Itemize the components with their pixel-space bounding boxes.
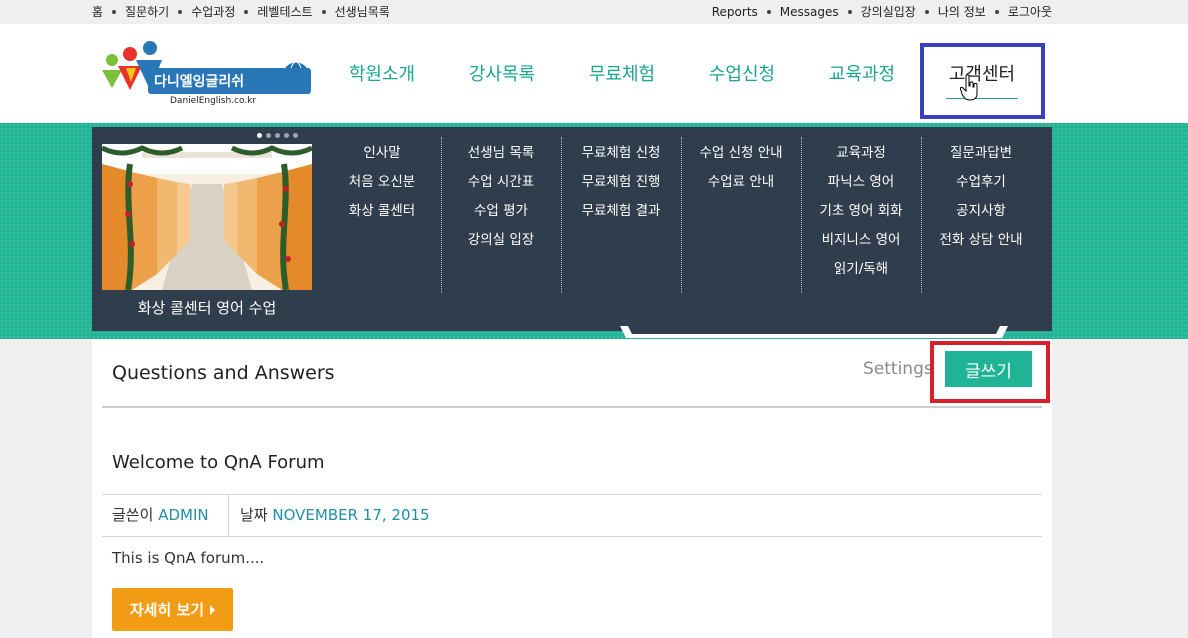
post-excerpt: This is QnA forum.... [112,549,265,567]
author-label: 글쓴이 [112,506,154,524]
highlight-box-nav [920,43,1045,119]
board-panel: Questions and Answers Settings 글쓰기 Welco… [92,339,1052,638]
top-utility-bar: 홈 질문하기 수업과정 레벨테스트 선생님목록 Reports Messages… [0,0,1188,24]
menu-item[interactable]: 질문과답변 [921,137,1041,166]
settings-link[interactable]: Settings [863,359,933,379]
menu-col-customer-center: 질문과답변 수업후기 공지사항 전화 상담 안내 [921,137,1041,293]
classroom-image [102,144,312,290]
menu-col-free-trial: 무료체험 신청 무료체험 진행 무료체험 결과 [561,137,681,293]
nav-free-trial[interactable]: 무료체험 [562,42,682,104]
separator-dot [244,9,249,14]
menu-item[interactable]: 읽기/독해 [801,253,921,282]
menu-item[interactable]: 무료체험 신청 [561,137,681,166]
board-title: Questions and Answers [112,362,335,384]
menu-item[interactable]: 수업료 안내 [681,166,801,195]
menu-item[interactable]: 화상 콜센터 [322,195,442,224]
meta-divider [228,495,229,536]
menu-col-teachers: 선생님 목록 수업 시간표 수업 평가 강의실 입장 [441,137,561,293]
menu-item[interactable]: 수업 평가 [441,195,561,224]
menu-item[interactable]: 파닉스 영어 [801,166,921,195]
chevron-right-icon [210,604,216,615]
menu-item[interactable]: 수업후기 [921,166,1041,195]
separator-dot [847,9,852,14]
top-link-classroom[interactable]: 강의실입장 [861,3,916,20]
slide-indicator [257,133,302,138]
post-date: 날짜 NOVEMBER 17, 2015 [240,495,430,536]
date-value[interactable]: NOVEMBER 17, 2015 [272,506,429,524]
date-label: 날짜 [240,506,268,524]
post-meta: 글쓴이 ADMIN 날짜 NOVEMBER 17, 2015 [102,494,1042,537]
slide-dot[interactable] [275,133,280,138]
top-link-courses[interactable]: 수업과정 [191,3,235,20]
menu-item[interactable]: 인사말 [322,137,442,166]
menu-col-curriculum: 교육과정 파닉스 영어 기초 영어 회화 비지니스 영어 읽기/독해 [801,137,921,293]
slide-dot[interactable] [293,133,298,138]
read-more-button[interactable]: 자세히 보기 [112,588,233,631]
nav-curriculum[interactable]: 교육과정 [802,42,922,104]
photo-caption: 화상 콜센터 영어 수업 [137,299,277,317]
column-divider [801,137,802,293]
highlight-box-write [930,341,1050,403]
top-link-logout[interactable]: 로그아웃 [1008,3,1052,20]
column-divider [561,137,562,293]
slide-dot[interactable] [284,133,289,138]
nav-about[interactable]: 학원소개 [322,42,442,104]
top-link-teachers[interactable]: 선생님목록 [335,3,390,20]
classroom-photo [102,144,312,290]
menu-item[interactable]: 강의실 입장 [441,224,561,253]
title-divider [102,406,1042,408]
menu-item[interactable]: 무료체험 진행 [561,166,681,195]
logo-domain: DanielEnglish.co.kr [170,96,257,106]
menu-item[interactable]: 수업 신청 안내 [681,137,801,166]
menu-item[interactable]: 수업 시간표 [441,166,561,195]
menu-col-enroll: 수업 신청 안내 수업료 안내 [681,137,801,293]
slide-dot[interactable] [257,133,262,138]
read-more-label: 자세히 보기 [129,601,205,619]
nav-enroll[interactable]: 수업신청 [682,42,802,104]
top-link-messages[interactable]: Messages [780,5,839,19]
menu-tab-shape [620,326,1008,338]
author-name[interactable]: ADMIN [158,506,208,524]
column-divider [921,137,922,293]
menu-item[interactable]: 비지니스 영어 [801,224,921,253]
menu-item[interactable]: 선생님 목록 [441,137,561,166]
separator-dot [994,9,999,14]
top-right-links: Reports Messages 강의실입장 나의 정보 로그아웃 [712,3,1052,20]
top-left-links: 홈 질문하기 수업과정 레벨테스트 선생님목록 [92,3,390,20]
mega-menu: 화상 콜센터 영어 수업 인사말 처음 오신분 화상 콜센터 선생님 목록 수업… [92,127,1052,331]
menu-item[interactable]: 무료체험 결과 [561,195,681,224]
separator-dot [924,9,929,14]
separator-dot [321,9,326,14]
column-divider [441,137,442,293]
column-divider [681,137,682,293]
top-link-level-test[interactable]: 레벨테스트 [257,3,312,20]
menu-item[interactable]: 교육과정 [801,137,921,166]
logo-brand-text: 다니엘잉글리쉬 [154,74,245,90]
menu-item[interactable]: 공지사항 [921,195,1041,224]
hand-cursor-icon [960,74,978,101]
menu-item[interactable]: 전화 상담 안내 [921,224,1041,253]
menu-item[interactable]: 기초 영어 회화 [801,195,921,224]
menu-item[interactable]: 처음 오신분 [322,166,442,195]
top-link-my-info[interactable]: 나의 정보 [938,3,986,20]
separator-dot [766,9,771,14]
post-author: 글쓴이 ADMIN [112,495,209,536]
top-link-home[interactable]: 홈 [92,3,103,20]
menu-col-about: 인사말 처음 오신분 화상 콜센터 [322,137,442,293]
post-title[interactable]: Welcome to QnA Forum [112,452,325,473]
separator-dot [112,9,117,14]
site-header: 다니엘잉글리쉬 DanielEnglish.co.kr 학원소개 강사목록 무료… [0,24,1188,123]
slide-dot[interactable] [266,133,271,138]
nav-teachers[interactable]: 강사목록 [442,42,562,104]
top-link-ask[interactable]: 질문하기 [125,3,169,20]
top-link-reports[interactable]: Reports [712,5,758,19]
separator-dot [178,9,183,14]
site-logo[interactable]: 다니엘잉글리쉬 DanielEnglish.co.kr [100,38,315,108]
